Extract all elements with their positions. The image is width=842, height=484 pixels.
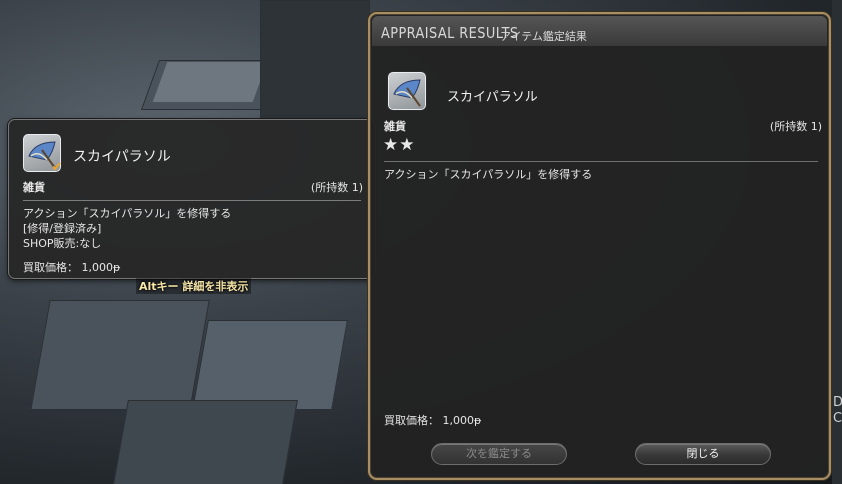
appraise-next-button[interactable]: 次を鑑定する (431, 443, 567, 465)
owned-count: (所持数 1) (310, 181, 363, 194)
rarity-stars: ★★ (383, 135, 416, 155)
divider (384, 161, 818, 162)
item-description: アクション「スカイパラソル」を修得する [修得/登録済み] SHOP販売:なし (23, 206, 231, 251)
edge-letter: D (833, 395, 842, 410)
floor-tile (30, 300, 210, 410)
check-icon: ✔ (51, 160, 63, 175)
desc-line: アクション「スカイパラソル」を修得する (23, 207, 232, 220)
item-name: スカイパラソル (447, 90, 538, 105)
item-category: 雑貨 (384, 120, 406, 133)
edge-text: D C (833, 395, 842, 427)
parasol-icon[interactable] (387, 71, 427, 111)
sell-price: 買取価格： 1,000ᵽ (23, 261, 121, 274)
item-category: 雑貨 (23, 181, 45, 194)
parasol-icon: ✔ (22, 133, 63, 175)
alt-key-hint: Altキー 詳細を非表示 (136, 278, 252, 294)
desc-line: [修得/登録済み] (23, 222, 102, 235)
item-name: スカイパラソル (73, 149, 171, 165)
item-tooltip: ✔ スカイパラソル 雑貨 (所持数 1) アクション「スカイパラソル」を修得する… (8, 119, 376, 279)
floor-tile (112, 400, 298, 484)
sell-price: 買取価格： 1,000ᵽ (384, 414, 482, 427)
lit-block (152, 62, 268, 102)
window-subtitle: アイテム鑑定結果 (500, 30, 587, 43)
divider (23, 200, 361, 201)
edge-letter: C (833, 411, 842, 426)
item-description: アクション「スカイパラソル」を修得する (384, 168, 593, 181)
floor-tile (192, 320, 348, 410)
window-title: APPRAISAL RESULTS (381, 24, 519, 42)
appraisal-results-window: APPRAISAL RESULTS アイテム鑑定結果 スカイパラソル 雑貨 (所… (368, 12, 831, 480)
desc-line: SHOP販売:なし (23, 237, 102, 250)
close-button[interactable]: 閉じる (635, 443, 771, 465)
owned-count: (所持数 1) (769, 120, 822, 133)
wall-block (260, 0, 370, 120)
window-header[interactable]: APPRAISAL RESULTS アイテム鑑定結果 (372, 16, 827, 46)
